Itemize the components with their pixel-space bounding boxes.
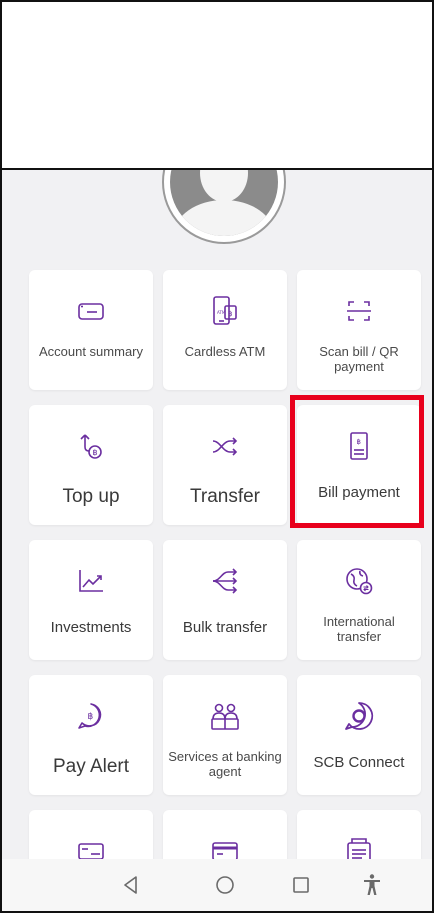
app-screen: Account summary ATM ฿ Cardless ATM Scan … <box>0 0 434 913</box>
tile-scan-bill[interactable]: Scan bill / QR payment <box>297 270 421 390</box>
tile-cardless-atm[interactable]: ATM ฿ Cardless ATM <box>163 270 287 390</box>
system-navbar <box>2 859 432 911</box>
scan-icon <box>342 294 376 328</box>
tile-banking-agent[interactable]: Services at banking agent <box>163 675 287 795</box>
connect-icon <box>342 699 376 733</box>
tile-label: Bill payment <box>318 484 400 501</box>
back-triangle-icon[interactable] <box>115 869 147 901</box>
tile-account-summary[interactable]: Account summary <box>29 270 153 390</box>
tile-bill-payment[interactable]: ฿ Bill payment <box>297 405 421 525</box>
recents-square-icon[interactable] <box>285 869 317 901</box>
svg-text:฿: ฿ <box>93 448 98 457</box>
tile-label: Investments <box>50 619 132 636</box>
tile-label: Transfer <box>189 486 261 507</box>
tile-transfer[interactable]: Transfer <box>163 405 287 525</box>
avatar-body <box>174 200 274 236</box>
home-circle-icon[interactable] <box>209 869 241 901</box>
tile-label: Account summary <box>38 344 144 359</box>
tile-label: Top up <box>62 486 120 507</box>
bill-icon: ฿ <box>342 429 376 463</box>
baht-up-icon: ฿ <box>74 429 108 463</box>
tile-bulk-transfer[interactable]: Bulk transfer <box>163 540 287 660</box>
svg-text:฿: ฿ <box>357 438 361 446</box>
tile-investments[interactable]: Investments <box>29 540 153 660</box>
chart-icon <box>74 564 108 598</box>
tile-scb-connect[interactable]: SCB Connect <box>297 675 421 795</box>
baht-bubble-icon: ฿ <box>74 699 108 733</box>
accessibility-icon[interactable] <box>356 869 388 901</box>
svg-text:ATM: ATM <box>217 310 226 315</box>
card-icon <box>74 294 108 328</box>
header-panel <box>2 2 432 170</box>
tile-label: Services at banking agent <box>168 749 282 779</box>
phone-atm-icon: ATM ฿ <box>208 294 242 328</box>
globe-transfer-icon <box>342 564 376 598</box>
tile-pay-alert[interactable]: ฿ Pay Alert <box>29 675 153 795</box>
tile-label: Pay Alert <box>52 756 130 777</box>
shuffle-icon <box>208 429 242 463</box>
tile-label: Bulk transfer <box>182 619 268 636</box>
tile-label: Scan bill / QR payment <box>319 344 399 374</box>
tile-top-up[interactable]: ฿ Top up <box>29 405 153 525</box>
agent-icon <box>208 699 242 733</box>
bulk-transfer-icon <box>208 564 242 598</box>
tile-international-transfer[interactable]: International transfer <box>297 540 421 660</box>
tile-label: SCB Connect <box>313 754 405 771</box>
tile-label: International transfer <box>323 614 395 644</box>
svg-text:฿: ฿ <box>88 712 94 722</box>
tile-label: Cardless ATM <box>184 344 266 359</box>
svg-text:฿: ฿ <box>228 310 232 318</box>
